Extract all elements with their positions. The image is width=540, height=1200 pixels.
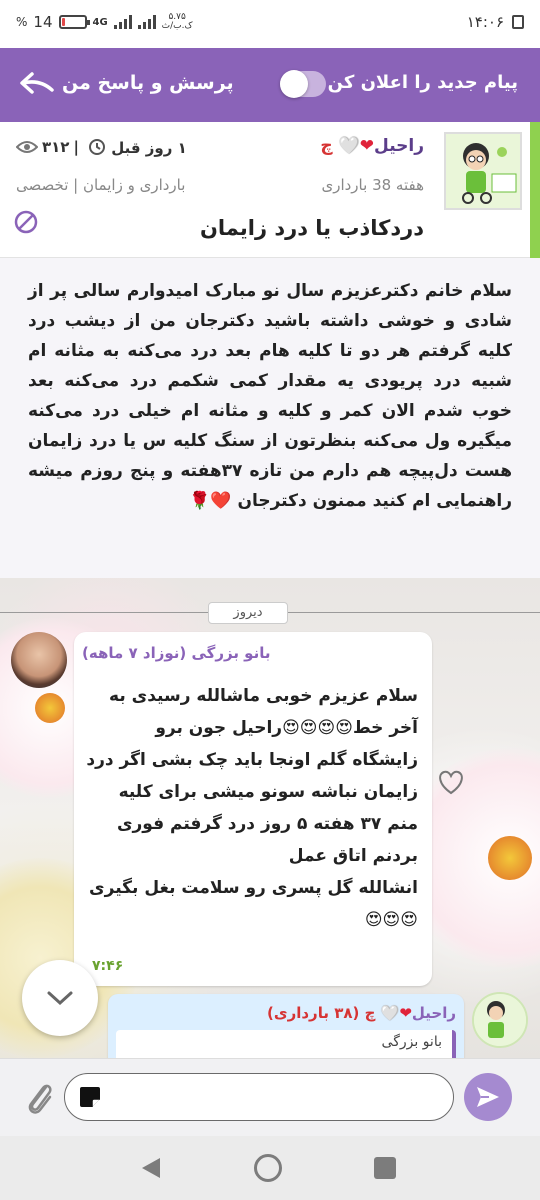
nav-recents-icon[interactable] (374, 1157, 396, 1179)
views-count: ۳۱۲ (42, 138, 70, 156)
notify-label: پیام جدید را اعلان کن (327, 72, 518, 93)
battery-value: 14 (33, 13, 53, 31)
chevron-down-icon (47, 991, 73, 1006)
nav-back-icon[interactable] (140, 1156, 162, 1180)
message-input[interactable] (64, 1073, 454, 1121)
reply-sender[interactable]: راحیل❤🤍 چ (۳۸ بارداری) (267, 1004, 456, 1022)
toggle-knob (280, 70, 308, 98)
clock: ۱۴:۰۶ (466, 13, 504, 31)
message-line: سلام عزیزم خوبی ماشالله رسیدی به آخر خط😍… (86, 686, 418, 802)
scroll-down-button[interactable] (22, 960, 98, 1036)
signal-icon-2 (137, 15, 156, 29)
post-time: ۱ روز قبل (88, 138, 187, 157)
paperclip-icon[interactable] (22, 1077, 56, 1117)
red-heart-icon: ❤ (399, 1004, 412, 1022)
post-category[interactable]: بارداری و زایمان | تخصصی (16, 176, 185, 194)
page-title: پرسش و پاسخ من (62, 72, 234, 94)
status-bar: % 14 4G ۵.۷۵ ک.ب/ث ۱۴:۰۶ (0, 0, 540, 48)
quoted-message[interactable]: بانو بزرگی (116, 1030, 456, 1058)
question-body: سلام خانم دکترعزیزم سال نو مبارک امیدوار… (0, 258, 540, 578)
quoted-author: بانو بزرگی (381, 1034, 442, 1050)
white-heart-icon: 🤍 (338, 136, 360, 156)
message-text: سلام عزیزم خوبی ماشالله رسیدی به آخر خط😍… (84, 680, 418, 936)
avatar-illustration-icon (446, 134, 520, 208)
status-left: % 14 4G ۵.۷۵ ک.ب/ث (16, 13, 193, 32)
message-bubble[interactable]: بانو بزرگی (نوزاد ۷ ماهه) سلام عزیزم خوب… (74, 632, 432, 986)
author-suffix: چ (320, 136, 333, 156)
reply-bubble[interactable]: راحیل❤🤍 چ (۳۸ بارداری) بانو بزرگی (108, 994, 464, 1058)
post-time-text: ۱ روز قبل (111, 139, 187, 157)
message-time: ۷:۴۶ (92, 958, 124, 974)
heart-outline-icon[interactable] (436, 768, 466, 796)
sender-avatar-2[interactable] (472, 992, 528, 1048)
post-card: راحیل❤🤍 چ هفته 38 بارداری ۱ روز قبل ۳۱۲ … (0, 122, 540, 258)
signal-icon (113, 15, 132, 29)
author-name-text: راحیل (374, 136, 424, 156)
clock-icon (89, 139, 105, 155)
author-avatar[interactable] (444, 132, 522, 210)
block-icon[interactable] (14, 210, 38, 234)
send-icon (477, 1087, 499, 1107)
sticker-icon[interactable] (76, 1083, 104, 1111)
nav-home-icon[interactable] (254, 1154, 282, 1182)
net-speed: ۵.۷۵ ک.ب/ث (162, 13, 193, 31)
reply-sender-name: راحیل (411, 1004, 456, 1022)
date-separator: دیروز (208, 602, 288, 624)
pregnancy-week: هفته 38 بارداری (321, 176, 424, 194)
battery-percent: % (16, 15, 28, 29)
white-heart-icon: 🤍 (380, 1004, 400, 1022)
message-line: منم ۳۷ هفته ۵ روز درد گرفتم فوری بردنم ا… (116, 814, 418, 866)
chat-area[interactable]: دیروز بانو بزرگی (نوزاد ۷ ماهه) سلام عزی… (0, 578, 540, 1058)
message-line: انشالله گل پسری رو سلامت بغل بگیری😍😍😍 (89, 878, 418, 930)
send-button[interactable] (464, 1073, 512, 1121)
app-header: پرسش و پاسخ من پیام جدید را اعلان کن (0, 48, 540, 122)
back-arrow-icon[interactable] (18, 70, 56, 100)
red-heart-icon: ❤ (359, 136, 375, 156)
avatar-illustration-icon (474, 994, 526, 1046)
post-title: دردکاذب یا درد زایمان (199, 216, 424, 240)
author-name[interactable]: راحیل❤🤍 چ (320, 136, 424, 156)
eye-icon (16, 141, 38, 153)
message-composer (0, 1058, 540, 1136)
battery-icon (58, 15, 90, 29)
post-accent-strip (530, 122, 540, 258)
views-divider: | (73, 138, 79, 156)
post-views: ۳۱۲ | (16, 138, 79, 156)
notify-toggle[interactable] (280, 70, 326, 98)
message-sender[interactable]: بانو بزرگی (نوزاد ۷ ماهه) (82, 644, 271, 662)
reply-sender-suffix: چ (۳۸ بارداری) (266, 1004, 376, 1022)
notification-icon (512, 15, 524, 29)
net-speed-unit: ک.ب/ث (161, 21, 193, 31)
sender-avatar[interactable] (11, 632, 67, 688)
status-right: ۱۴:۰۶ (467, 13, 524, 31)
system-nav-bar (0, 1136, 540, 1200)
network-type: 4G (92, 16, 108, 28)
